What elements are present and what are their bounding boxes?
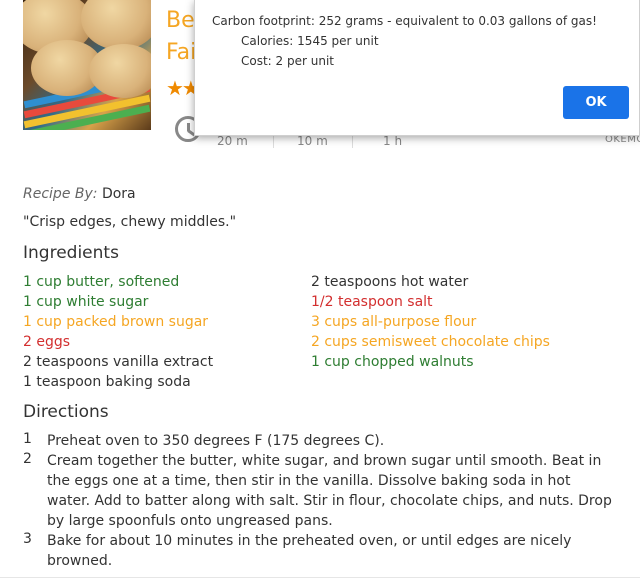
- ingredient-item[interactable]: 2 eggs: [23, 332, 303, 352]
- ok-button[interactable]: OK: [563, 86, 629, 119]
- step-text: Cream together the butter, white sugar, …: [47, 453, 612, 529]
- recipe-title-line2[interactable]: Fai: [166, 40, 196, 65]
- ingredient-item[interactable]: 1/2 teaspoon salt: [311, 292, 631, 312]
- byline-label: Recipe By:: [23, 186, 98, 202]
- recipe-photo: [23, 0, 151, 130]
- ingredient-item[interactable]: 2 teaspoons hot water: [311, 272, 631, 292]
- ready-time: 1 h: [383, 134, 403, 148]
- ingredient-item[interactable]: 1 teaspoon baking soda: [23, 372, 303, 392]
- ingredient-item[interactable]: 1 cup white sugar: [23, 292, 303, 312]
- step-text: Preheat oven to 350 degrees F (175 degre…: [47, 433, 385, 449]
- author-name[interactable]: Dora: [102, 186, 136, 202]
- cookie-image: [81, 0, 151, 50]
- dialog-calories: Calories: 1545 per unit: [241, 34, 379, 48]
- recipe-quote: "Crisp edges, chewy middles.": [23, 214, 237, 230]
- step-number: 3: [23, 531, 32, 547]
- directions-heading: Directions: [23, 402, 109, 422]
- cook-time: 10 m: [297, 134, 328, 148]
- step-number: 2: [23, 451, 32, 467]
- ingredient-item[interactable]: 1 cup packed brown sugar: [23, 312, 303, 332]
- ingredients-heading: Ingredients: [23, 243, 119, 263]
- cookie-image: [89, 44, 151, 98]
- alert-dialog: Carbon footprint: 252 grams - equivalent…: [194, 0, 640, 136]
- prep-time: 20 m: [217, 134, 248, 148]
- ingredients-left-column: 1 cup butter, softened 1 cup white sugar 1…: [23, 272, 303, 392]
- ingredients-right-column: 2 teaspoons hot water 1/2 teaspoon salt 3 …: [311, 272, 631, 372]
- recipe-byline: Recipe By: Dora: [23, 186, 136, 202]
- recipe-title[interactable]: Be: [166, 8, 195, 33]
- step-text: Bake for about 10 minutes in the preheat…: [47, 533, 572, 569]
- dialog-carbon-footprint: Carbon footprint: 252 grams - equivalent…: [212, 14, 597, 28]
- step-number: 1: [23, 431, 32, 447]
- ingredient-item[interactable]: 3 cups all-purpose flour: [311, 312, 631, 332]
- dialog-cost: Cost: 2 per unit: [241, 54, 334, 68]
- divider: [0, 577, 640, 578]
- ingredient-item[interactable]: 1 cup chopped walnuts: [311, 352, 631, 372]
- ingredient-item[interactable]: 2 cups semisweet chocolate chips: [311, 332, 631, 352]
- ingredient-item[interactable]: 2 teaspoons vanilla extract: [23, 352, 303, 372]
- ingredient-item[interactable]: 1 cup butter, softened: [23, 272, 303, 292]
